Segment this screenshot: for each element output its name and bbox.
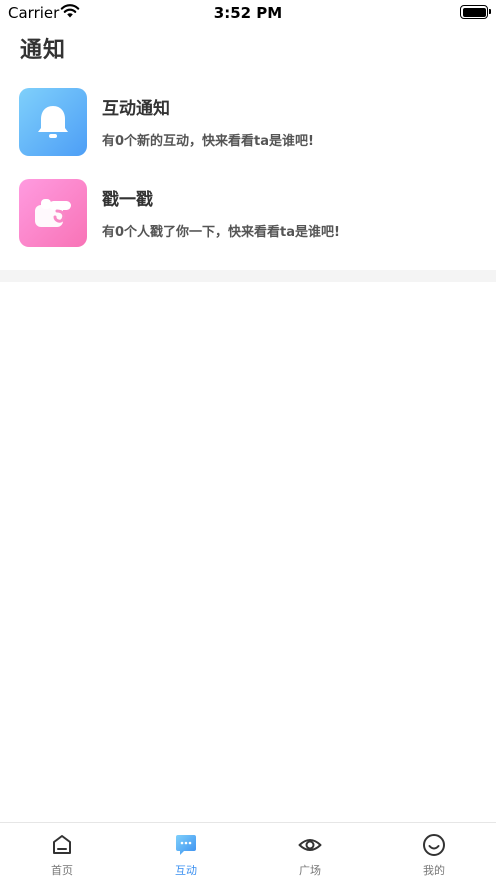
clock-time: 3:52 PM xyxy=(213,4,283,22)
notice-item-interaction[interactable]: 互动通知 有0个新的互动，快来看看ta是谁吧! xyxy=(0,88,496,164)
tab-home[interactable]: 首页 xyxy=(0,823,124,882)
status-bar: Carrier 3:52 PM xyxy=(0,0,496,26)
battery-icon xyxy=(460,5,491,19)
poke-hand-icon xyxy=(19,179,87,247)
notice-description: 有0个人戳了你一下，快来看看ta是谁吧! xyxy=(102,225,340,240)
notice-item-poke[interactable]: 戳一戳 有0个人戳了你一下，快来看看ta是谁吧! xyxy=(0,179,496,255)
page-title: 通知 xyxy=(20,38,67,63)
bottom-tab-bar: 首页 互动 广场 我的 xyxy=(0,822,496,882)
section-divider xyxy=(0,270,496,282)
home-icon xyxy=(50,833,74,857)
bell-icon xyxy=(19,88,87,156)
tab-label: 广场 xyxy=(299,864,321,877)
tab-label: 首页 xyxy=(51,864,73,877)
eye-icon xyxy=(298,833,322,857)
notice-title: 互动通知 xyxy=(102,99,170,119)
notifications-screen: Carrier 3:52 PM 通知 互动通知 有0个新的互动，快来看看ta是谁… xyxy=(0,0,496,882)
tab-mine[interactable]: 我的 xyxy=(372,823,496,882)
notice-title: 戳一戳 xyxy=(102,190,153,210)
notice-description: 有0个新的互动，快来看看ta是谁吧! xyxy=(102,134,314,149)
tab-interaction[interactable]: 互动 xyxy=(124,823,248,882)
chat-bubble-icon xyxy=(174,833,198,857)
tab-square[interactable]: 广场 xyxy=(248,823,372,882)
smile-icon xyxy=(422,833,446,857)
tab-label: 互动 xyxy=(175,864,197,877)
tab-label: 我的 xyxy=(423,864,445,877)
